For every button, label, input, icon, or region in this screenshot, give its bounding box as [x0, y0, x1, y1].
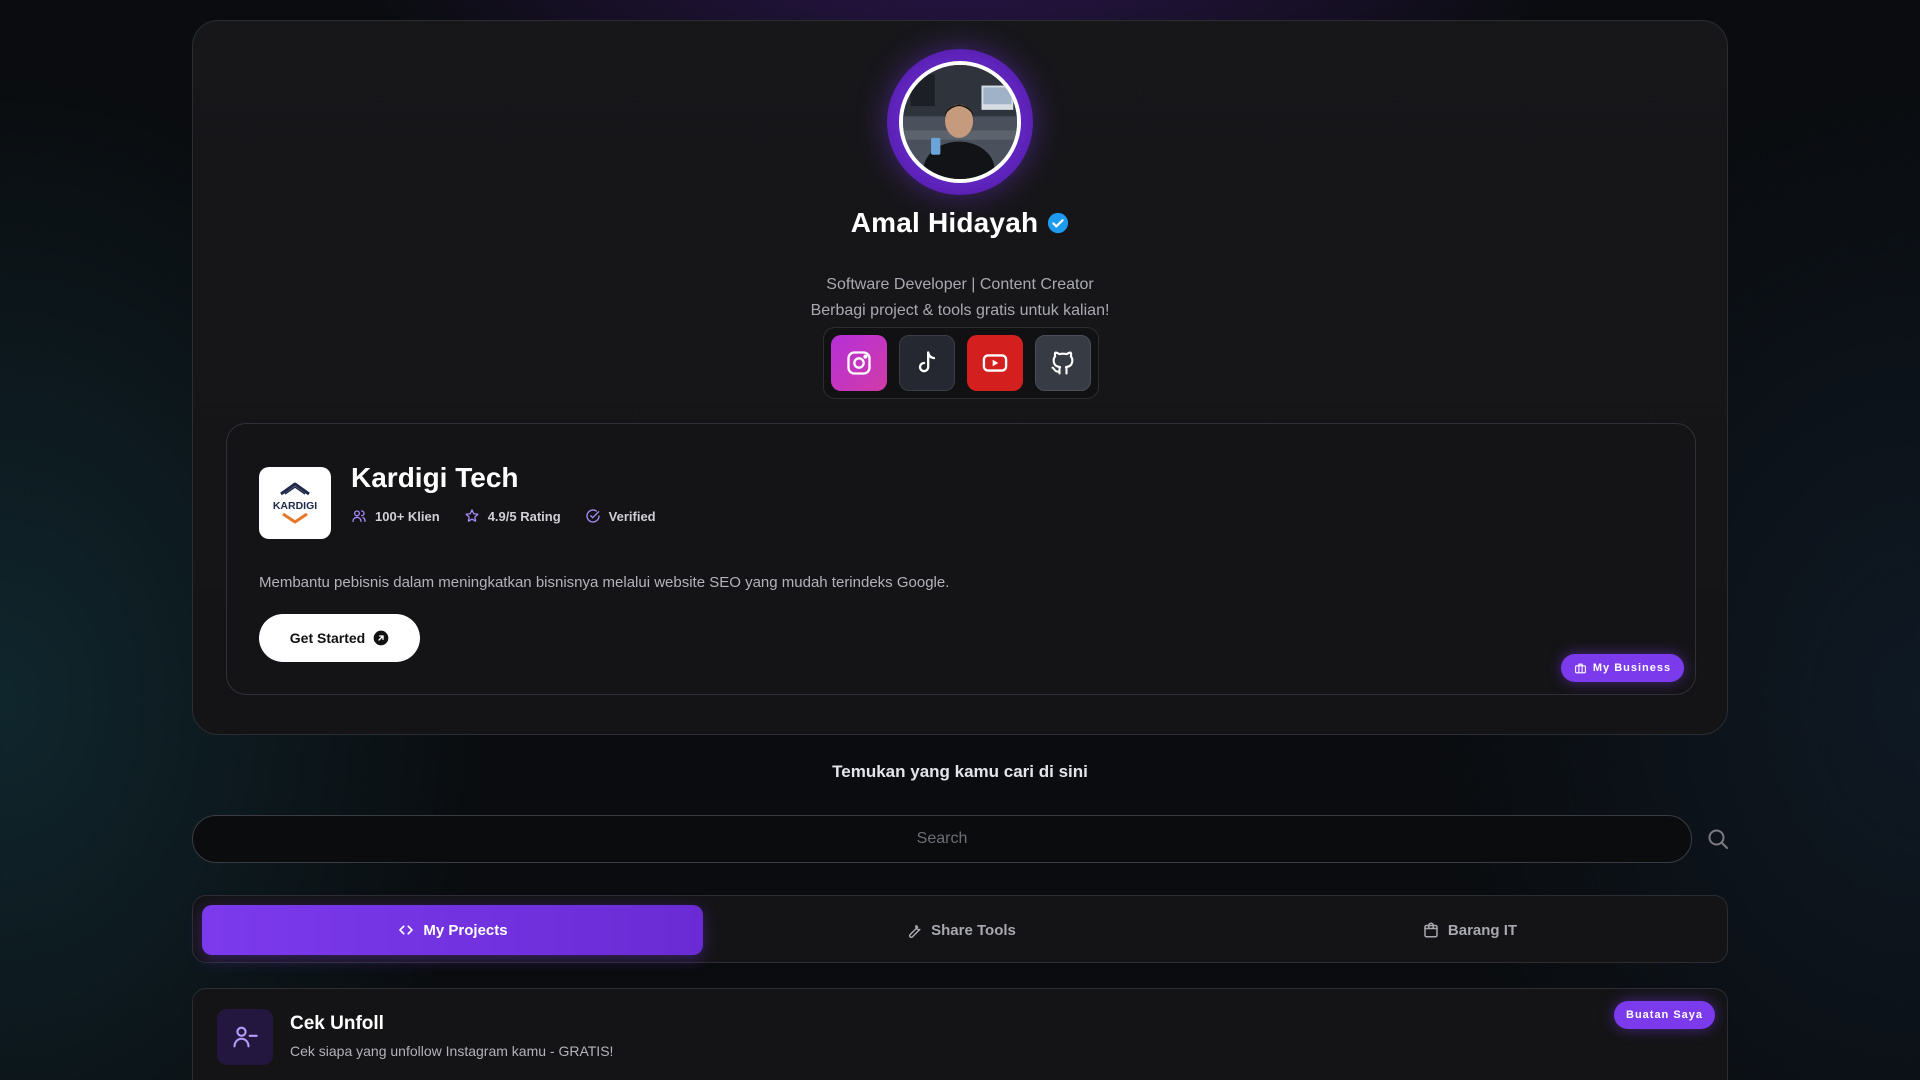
get-started-label: Get Started — [289, 630, 366, 646]
tiktok-button[interactable] — [899, 335, 955, 391]
code-icon — [399, 925, 414, 935]
stat-clients: 100+ Klien — [351, 508, 440, 524]
github-icon — [1051, 351, 1074, 375]
business-title: Kardigi Tech — [351, 462, 519, 493]
tab-share-tools-label: Share Tools — [931, 921, 1016, 939]
kardigi-logo-text: KARDIGI — [273, 500, 317, 512]
category-tabs: My Projects Share Tools Barang IT — [192, 895, 1728, 963]
briefcase-icon — [1574, 663, 1586, 673]
search-heading: Temukan yang kamu cari di sini — [832, 762, 1088, 781]
users-icon — [352, 510, 366, 522]
tab-barang-it[interactable]: Barang IT — [1219, 905, 1720, 955]
business-description: Membantu pebisnis dalam meningkatkan bis… — [259, 574, 950, 591]
user-minus-icon — [233, 1026, 258, 1048]
tab-my-projects-label: My Projects — [423, 921, 508, 939]
social-links — [823, 327, 1099, 399]
tab-share-tools[interactable]: Share Tools — [710, 905, 1211, 955]
project-badge: Buatan Saya — [1614, 1001, 1716, 1029]
star-icon — [465, 509, 479, 522]
avatar-photo — [903, 65, 1017, 179]
check-circle-icon — [586, 509, 600, 523]
stat-rating-label: 4.9/5 Rating — [487, 508, 561, 524]
project-card[interactable]: Cek Unfoll Cek siapa yang unfollow Insta… — [192, 988, 1728, 1080]
stat-rating: 4.9/5 Rating — [464, 508, 561, 524]
project-title: Cek Unfoll — [290, 1013, 384, 1034]
verified-check-icon — [1047, 212, 1069, 234]
instagram-button[interactable] — [831, 335, 887, 391]
youtube-button[interactable] — [967, 335, 1023, 391]
tab-barang-it-label: Barang IT — [1447, 921, 1518, 939]
search-input[interactable] — [192, 815, 1692, 863]
github-button[interactable] — [1035, 335, 1091, 391]
profile-name: Amal Hidayah — [850, 207, 1039, 238]
kardigi-logo: KARDIGI — [259, 467, 331, 539]
avatar[interactable] — [899, 61, 1021, 183]
shopping-bag-icon — [1424, 922, 1438, 938]
youtube-icon — [982, 354, 1008, 372]
arrow-up-right-circle-icon — [373, 630, 389, 646]
project-icon-box — [217, 1009, 273, 1065]
stat-clients-label: 100+ Klien — [375, 508, 440, 524]
business-card: KARDIGI Kardigi Tech 100+ Klien 4.9/5 Ra… — [226, 423, 1696, 695]
search-icon[interactable] — [1706, 827, 1730, 851]
name-row: Amal Hidayah — [193, 207, 1727, 239]
project-description: Cek siapa yang unfollow Instagram kamu -… — [290, 1043, 614, 1059]
get-started-button[interactable]: Get Started — [259, 614, 420, 662]
profile-bio: Berbagi project & tools gratis untuk kal… — [810, 302, 1110, 319]
profile-tagline: Software Developer | Content Creator — [826, 276, 1094, 293]
stat-verified: Verified — [585, 508, 656, 524]
business-stats: 100+ Klien 4.9/5 Rating Verified — [351, 508, 656, 524]
tiktok-icon — [918, 351, 936, 373]
avatar-ring — [887, 49, 1033, 195]
my-business-label: My Business — [1592, 662, 1672, 674]
instagram-icon — [847, 351, 871, 375]
my-business-badge: My Business — [1561, 654, 1684, 682]
stat-verified-label: Verified — [608, 508, 656, 524]
profile-card: Amal Hidayah Software Developer | Conten… — [192, 20, 1728, 735]
wrench-icon — [909, 924, 921, 939]
tab-my-projects[interactable]: My Projects — [202, 905, 703, 955]
